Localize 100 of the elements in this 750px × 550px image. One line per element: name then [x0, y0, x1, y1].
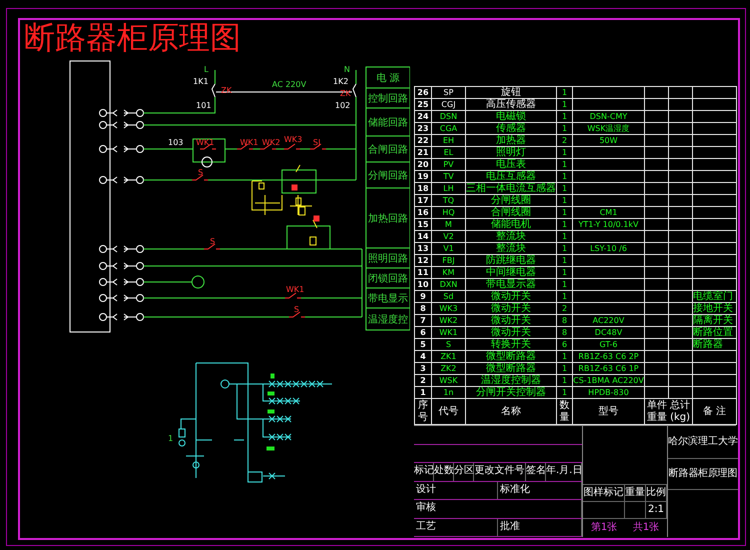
circuit-label: WK1	[240, 138, 258, 147]
row-number: 21	[414, 146, 432, 158]
circuit-label: 照明回路	[368, 254, 408, 264]
table-cell: 加热器	[466, 134, 556, 146]
circuit-label: 控制回路	[368, 94, 408, 104]
table-cell: 防跳继电器	[466, 254, 556, 266]
signature-label: 工艺	[414, 518, 498, 536]
table-cell: 8	[556, 314, 572, 326]
circuit-label: 电 源	[376, 73, 400, 84]
table-cell: 1	[556, 386, 572, 398]
table-cell: DC48V	[572, 326, 644, 338]
table-cell: 8	[556, 326, 572, 338]
table-cell: DXN	[432, 278, 466, 290]
sheet-total: 共1张	[632, 520, 660, 535]
table-cell: EH	[432, 134, 466, 146]
info-header: 比例	[646, 485, 667, 501]
circuit-label-box	[366, 308, 410, 330]
column-header: 重量 (kg)	[646, 412, 692, 424]
circuit-label: 101	[196, 101, 212, 110]
table-cell: WK1	[432, 326, 466, 338]
table-cell: 1	[556, 158, 572, 170]
column-header: 代号	[432, 398, 466, 424]
table-cell: WK3	[432, 302, 466, 314]
table-cell: TV	[432, 170, 466, 182]
table-cell: 1	[556, 110, 572, 122]
circuit-label: S	[294, 305, 300, 314]
plug-connector-icon	[99, 278, 144, 286]
table-cell: 照明灯	[466, 146, 556, 158]
table-cell: 电缆室门	[692, 290, 736, 302]
table-cell: V2	[432, 230, 466, 242]
table-cell: 1	[556, 194, 572, 206]
circuit-label-box	[366, 88, 410, 108]
revision-header: 签名	[526, 463, 546, 480]
signature-label: 审核	[414, 500, 582, 518]
circuit-label-box	[366, 288, 410, 308]
table-cell: YT1-Y 10/0.1kV	[572, 218, 644, 230]
circuit-label: 合闸回路	[368, 144, 408, 156]
signature-label: 设计	[414, 482, 498, 499]
table-cell: V1	[432, 242, 466, 254]
table-cell: 1	[556, 290, 572, 302]
school-name: 哈尔滨理工大学	[668, 426, 738, 459]
table-cell: 中间继电器	[466, 266, 556, 278]
table-cell: 微型断路器	[466, 362, 556, 374]
plug-connector-icon	[99, 109, 144, 117]
drawing-title: 断路器柜原理图	[23, 20, 242, 56]
table-cell: LH	[432, 182, 466, 194]
circuit-label: L	[204, 65, 208, 74]
table-cell: WSK温湿度	[572, 122, 644, 134]
table-cell: DSN	[432, 110, 466, 122]
table-cell: RB1Z-63 C6 1P	[572, 362, 644, 374]
circuit-label: 1K2	[333, 77, 348, 86]
row-number: 25	[414, 98, 432, 110]
row-number: 10	[414, 278, 432, 290]
row-number: 13	[414, 242, 432, 254]
table-cell: 整流块	[466, 230, 556, 242]
table-cell: 储能电机	[466, 218, 556, 230]
plug-connector-icon	[99, 176, 144, 184]
table-cell: 1	[556, 146, 572, 158]
table-cell: CS-1BMA AC220V	[572, 374, 644, 386]
table-cell: HQ	[432, 206, 466, 218]
table-cell: 微动开关	[466, 302, 556, 314]
table-cell: 合闸线圈	[466, 206, 556, 218]
plug-connector-icon	[99, 121, 144, 129]
row-number: 9	[414, 290, 432, 302]
table-cell: FBJ	[432, 254, 466, 266]
circuit-label: 分闸回路	[368, 170, 408, 182]
circuit-label: WK1	[196, 138, 214, 147]
circuit-label: WK2	[262, 138, 280, 147]
column-header: 名称	[466, 398, 556, 424]
table-cell: 温湿度控制器	[466, 374, 556, 386]
row-number: 14	[414, 230, 432, 242]
table-cell: 1	[556, 242, 572, 254]
circuit-label: 闭锁回路	[368, 274, 408, 284]
table-cell: 隔离开关	[692, 314, 736, 326]
circuit-label: 102	[335, 101, 350, 110]
table-cell: RB1Z-63 C6 2P	[572, 350, 644, 362]
info-header: 图样标记	[583, 485, 625, 501]
table-cell: 1	[556, 122, 572, 134]
table-cell: CM1	[572, 206, 644, 218]
table-cell: 6	[556, 338, 572, 350]
table-cell: 1	[556, 230, 572, 242]
circuit-label: 1	[168, 434, 174, 443]
table-cell: 旋钮	[466, 86, 556, 98]
plug-connector-icon	[99, 313, 144, 321]
table-cell: 高压传感器	[466, 98, 556, 110]
table-cell: 1	[556, 266, 572, 278]
row-number: 18	[414, 182, 432, 194]
circuit-label: S	[210, 237, 216, 246]
table-cell: 1	[556, 374, 572, 386]
table-cell: GT-6	[572, 338, 644, 350]
table-cell: ZK2	[432, 362, 466, 374]
row-number: 3	[414, 362, 432, 374]
circuit-label: 温湿度控	[368, 314, 408, 326]
row-number: 15	[414, 218, 432, 230]
scale-value: 2:1	[646, 502, 667, 518]
row-number: 6	[414, 326, 432, 338]
info-header: 重量	[625, 485, 646, 501]
table-cell: CGA	[432, 122, 466, 134]
circuit-label-box	[366, 108, 410, 136]
table-cell: 1	[556, 98, 572, 110]
